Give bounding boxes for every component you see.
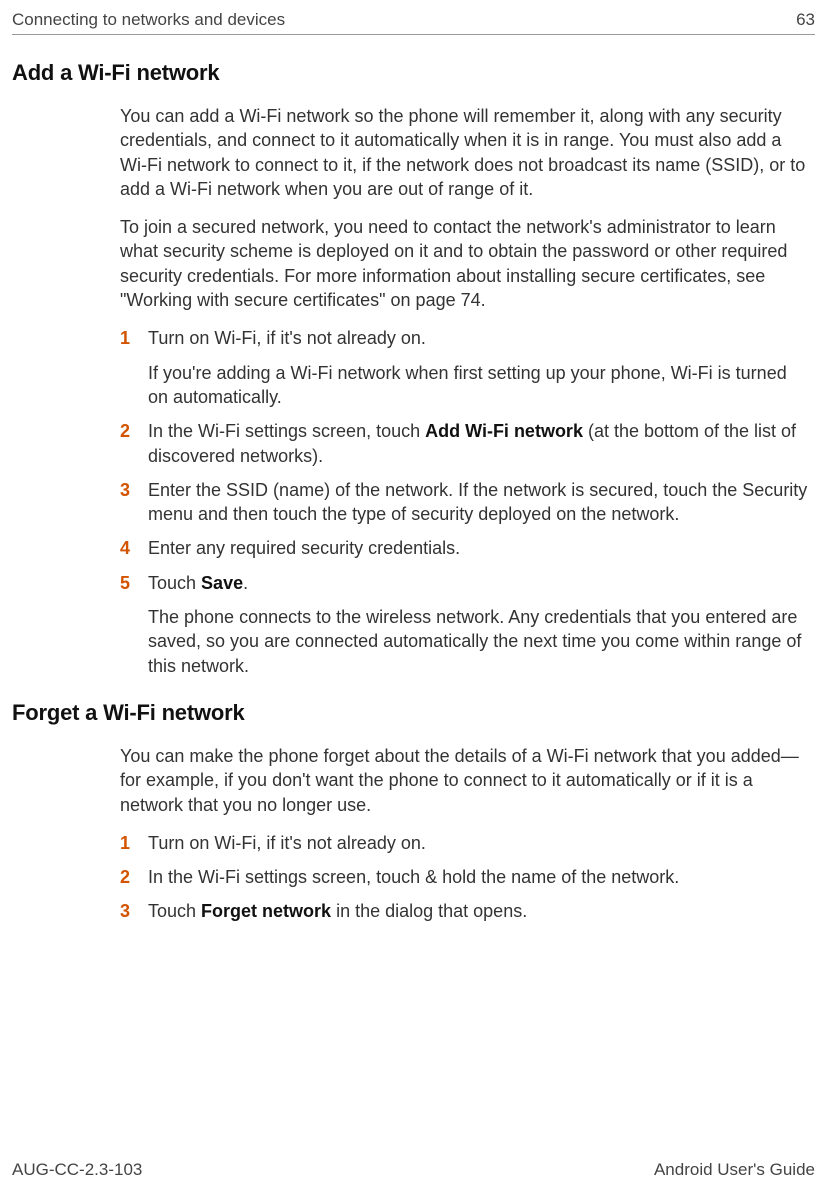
step-paragraph: Touch Forget network in the dialog that … xyxy=(148,899,811,923)
list-item: 2In the Wi-Fi settings screen, touch & h… xyxy=(120,865,811,889)
step-number: 5 xyxy=(120,571,148,678)
list-item: 1Turn on Wi-Fi, if it's not already on. I… xyxy=(120,326,811,409)
step-list: 1Turn on Wi-Fi, if it's not already on.2… xyxy=(120,831,811,924)
footer-guide-title: Android User's Guide xyxy=(654,1160,815,1180)
step-number: 3 xyxy=(120,478,148,527)
step-number: 2 xyxy=(120,865,148,889)
step-body: Touch Forget network in the dialog that … xyxy=(148,899,811,923)
step-paragraph: The phone connects to the wireless netwo… xyxy=(148,605,811,678)
header-chapter-title: Connecting to networks and devices xyxy=(12,10,285,30)
step-number: 3 xyxy=(120,899,148,923)
list-item: 3Touch Forget network in the dialog that… xyxy=(120,899,811,923)
list-item: 5Touch Save. The phone connects to the wi… xyxy=(120,571,811,678)
page-header: Connecting to networks and devices 63 xyxy=(12,10,815,35)
body-paragraph: You can add a Wi-Fi network so the phone… xyxy=(120,104,811,201)
step-body: Touch Save. The phone connects to the wir… xyxy=(148,571,811,678)
step-number: 2 xyxy=(120,419,148,468)
body-paragraph: You can make the phone forget about the … xyxy=(120,744,811,817)
page-content: Add a Wi-Fi network You can add a Wi-Fi n… xyxy=(12,60,815,946)
step-paragraph: Enter any required security credentials. xyxy=(148,536,811,560)
step-body: Turn on Wi-Fi, if it's not already on. xyxy=(148,831,811,855)
header-page-number: 63 xyxy=(796,10,815,30)
step-number: 1 xyxy=(120,326,148,409)
step-paragraph: Touch Save. xyxy=(148,571,811,595)
step-body: Enter any required security credentials. xyxy=(148,536,811,560)
page-footer: AUG-CC-2.3-103 Android User's Guide xyxy=(12,1160,815,1180)
step-body: In the Wi-Fi settings screen, touch & ho… xyxy=(148,865,811,889)
bold-text: Forget network xyxy=(201,901,331,921)
body-paragraph: To join a secured network, you need to c… xyxy=(120,215,811,312)
step-number: 1 xyxy=(120,831,148,855)
list-item: 1Turn on Wi-Fi, if it's not already on. xyxy=(120,831,811,855)
section-body: You can make the phone forget about the … xyxy=(120,744,811,924)
bold-text: Save xyxy=(201,573,243,593)
step-list: 1Turn on Wi-Fi, if it's not already on. I… xyxy=(120,326,811,678)
step-body: Enter the SSID (name) of the network. If… xyxy=(148,478,811,527)
step-number: 4 xyxy=(120,536,148,560)
step-paragraph: Turn on Wi-Fi, if it's not already on. xyxy=(148,326,811,350)
page: Connecting to networks and devices 63 Ad… xyxy=(0,0,827,1196)
list-item: 2In the Wi-Fi settings screen, touch Add… xyxy=(120,419,811,468)
footer-doc-id: AUG-CC-2.3-103 xyxy=(12,1160,142,1180)
list-item: 3Enter the SSID (name) of the network. I… xyxy=(120,478,811,527)
step-paragraph: If you're adding a Wi-Fi network when fi… xyxy=(148,361,811,410)
section-body: You can add a Wi-Fi network so the phone… xyxy=(120,104,811,678)
step-paragraph: In the Wi-Fi settings screen, touch & ho… xyxy=(148,865,811,889)
step-body: In the Wi-Fi settings screen, touch Add … xyxy=(148,419,811,468)
bold-text: Add Wi-Fi network xyxy=(425,421,583,441)
section-title: Forget a Wi-Fi network xyxy=(12,700,815,726)
step-body: Turn on Wi-Fi, if it's not already on. If… xyxy=(148,326,811,409)
step-paragraph: Turn on Wi-Fi, if it's not already on. xyxy=(148,831,811,855)
step-paragraph: In the Wi-Fi settings screen, touch Add … xyxy=(148,419,811,468)
section-title: Add a Wi-Fi network xyxy=(12,60,815,86)
list-item: 4Enter any required security credentials… xyxy=(120,536,811,560)
step-paragraph: Enter the SSID (name) of the network. If… xyxy=(148,478,811,527)
